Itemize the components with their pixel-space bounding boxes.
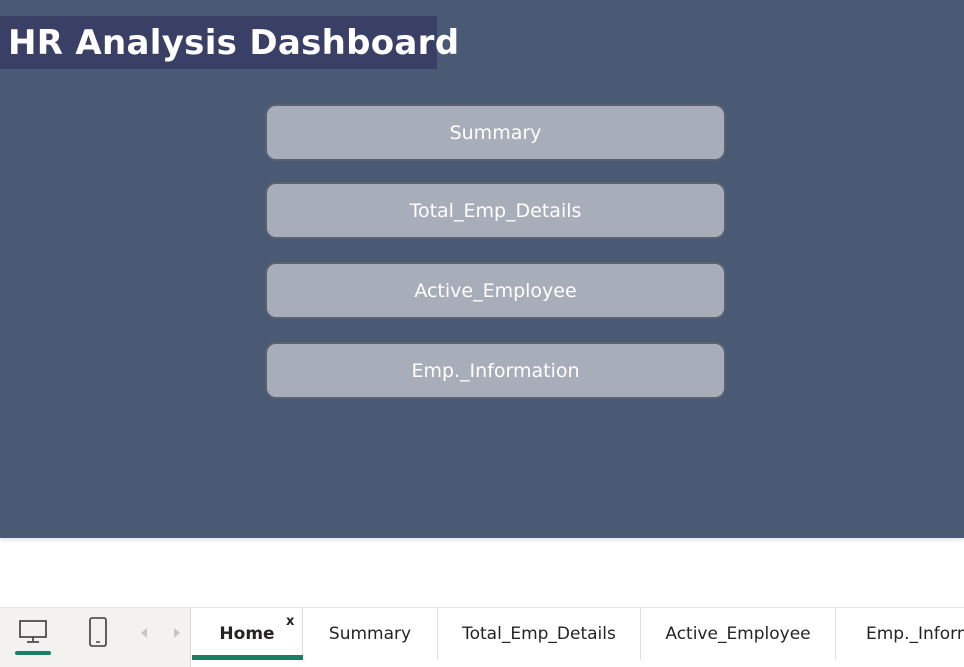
desktop-selected-indicator bbox=[15, 651, 51, 655]
active-employee-button[interactable]: Active_Employee bbox=[265, 262, 726, 319]
view-toggle-area bbox=[0, 608, 191, 667]
tab-label: Total_Emp_Details bbox=[462, 624, 616, 644]
tab-label: Active_Employee bbox=[665, 624, 811, 644]
page-tab-bar: Home x Summary Total_Emp_Details Active_… bbox=[0, 607, 964, 667]
tab-label: Summary bbox=[328, 624, 412, 644]
chevron-left-icon bbox=[139, 625, 149, 644]
mobile-phone-icon bbox=[88, 616, 108, 652]
emp-information-button[interactable]: Emp._Information bbox=[265, 342, 726, 399]
tab-label: Home bbox=[219, 624, 275, 644]
report-canvas: HR Analysis Dashboard Summary Total_Emp_… bbox=[0, 0, 964, 538]
tab-label: Emp._Inform bbox=[866, 624, 964, 644]
summary-button[interactable]: Summary bbox=[265, 104, 726, 161]
desktop-monitor-icon bbox=[18, 619, 48, 649]
close-tab-button[interactable]: x bbox=[286, 614, 294, 629]
tab-summary[interactable]: Summary bbox=[303, 608, 438, 660]
chevron-right-icon bbox=[172, 625, 182, 644]
mobile-view-button[interactable] bbox=[78, 608, 118, 660]
title-box: HR Analysis Dashboard bbox=[0, 16, 459, 69]
next-page-button[interactable] bbox=[170, 625, 184, 643]
total-emp-details-button[interactable]: Total_Emp_Details bbox=[265, 182, 726, 239]
page-title: HR Analysis Dashboard bbox=[8, 22, 460, 63]
tab-active-employee[interactable]: Active_Employee bbox=[641, 608, 836, 660]
tab-total-emp-details[interactable]: Total_Emp_Details bbox=[438, 608, 641, 660]
previous-page-button[interactable] bbox=[137, 625, 151, 643]
active-tab-indicator bbox=[192, 655, 303, 660]
tab-emp-information[interactable]: Emp._Inform bbox=[836, 608, 964, 660]
